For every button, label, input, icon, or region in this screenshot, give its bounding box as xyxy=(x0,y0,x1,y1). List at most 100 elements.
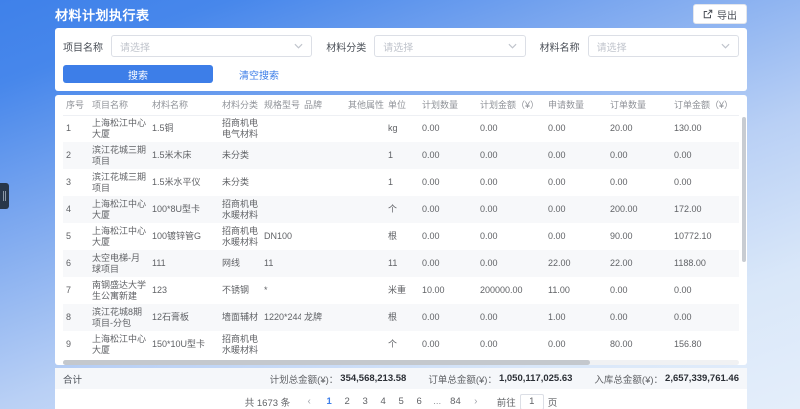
filter-material-category: 材料分类 请选择 xyxy=(326,35,525,57)
table-cell: 1 xyxy=(63,115,89,142)
table-cell: 22.00 xyxy=(607,250,671,277)
table-row[interactable]: 8滨江花城8期项目-分包12石膏板墙面辅材1220*2440*12龙牌根0.00… xyxy=(63,304,739,331)
table-cell: 0.00 xyxy=(607,169,671,196)
sidebar-expand-handle[interactable] xyxy=(0,183,9,209)
data-table-card: 序号项目名称材料名称材料分类规格型号品牌其他属性单位计划数量计划金额（¥）申请数… xyxy=(55,95,747,365)
export-label: 导出 xyxy=(717,7,737,22)
table-row[interactable]: 5上海松江中心大厦100镀锌管G招商机电 水暖材料DN100根0.000.000… xyxy=(63,223,739,250)
column-header: 申请数量 xyxy=(545,95,607,115)
table-cell: 招商机电 电气材料 xyxy=(219,115,261,142)
material-category-select[interactable]: 请选择 xyxy=(374,35,525,57)
table-cell: 上海松江中心大厦 xyxy=(89,196,149,223)
totals-label: 合计 xyxy=(63,372,82,386)
table-cell xyxy=(345,277,385,304)
table-cell: 100*8U型卡 xyxy=(149,196,219,223)
vertical-scrollbar-thumb[interactable] xyxy=(742,117,746,262)
table-cell: 0.00 xyxy=(545,196,607,223)
table-cell xyxy=(345,223,385,250)
table-cell: 0.00 xyxy=(477,169,545,196)
table-cell: 未分类 xyxy=(219,169,261,196)
table-cell: 未分类 xyxy=(219,142,261,169)
page-number-button[interactable]: 2 xyxy=(340,394,354,409)
page-number-button[interactable]: 4 xyxy=(376,394,390,409)
totals-row: 合计 计划总金额(¥)：354,568,213.58订单总金额(¥)：1,050… xyxy=(55,368,747,389)
page-number-button[interactable]: 6 xyxy=(412,394,426,409)
chevron-down-icon xyxy=(508,43,517,49)
table-cell: 200000.00 xyxy=(477,277,545,304)
table-cell: 172.00 xyxy=(671,196,739,223)
table-cell: 招商机电 水暖材料 xyxy=(219,331,261,358)
table-cell: 100镀锌管G xyxy=(149,223,219,250)
table-row[interactable]: 1上海松江中心大厦1.5铜招商机电 电气材料kg0.000.000.0020.0… xyxy=(63,115,739,142)
table-row[interactable]: 9上海松江中心大厦150*10U型卡招商机电 水暖材料个0.000.000.00… xyxy=(63,331,739,358)
clear-search-link[interactable]: 清空搜索 xyxy=(239,67,279,82)
table-cell: 0.00 xyxy=(419,304,477,331)
table-cell: 0.00 xyxy=(607,304,671,331)
table-row[interactable]: 4上海松江中心大厦100*8U型卡招商机电 水暖材料个0.000.000.002… xyxy=(63,196,739,223)
table-cell: 上海松江中心大厦 xyxy=(89,223,149,250)
horizontal-scrollbar-thumb[interactable] xyxy=(63,360,590,365)
table-cell: 0.00 xyxy=(545,115,607,142)
horizontal-scrollbar[interactable] xyxy=(63,360,739,365)
page-number-button[interactable]: 84 xyxy=(448,394,463,409)
table-cell xyxy=(345,142,385,169)
goto-page-input[interactable] xyxy=(520,394,544,409)
table-cell: 150*10U型卡 xyxy=(149,331,219,358)
table-cell: 0.00 xyxy=(671,142,739,169)
table-cell: 根 xyxy=(385,223,419,250)
table-cell: 9 xyxy=(63,331,89,358)
filter-project: 项目名称 请选择 xyxy=(63,35,312,57)
chevron-down-icon xyxy=(294,43,303,49)
prev-page-button[interactable]: ‹ xyxy=(302,396,316,407)
table-cell xyxy=(261,331,301,358)
table-row[interactable]: 2滨江花城三期项目1.5米木床未分类10.000.000.000.000.00 xyxy=(63,142,739,169)
table-cell: 0.00 xyxy=(477,196,545,223)
totals-items: 计划总金额(¥)：354,568,213.58订单总金额(¥)：1,050,11… xyxy=(270,372,739,386)
table-cell: 11 xyxy=(385,250,419,277)
table-row[interactable]: 6太空电梯-月球项目111网线11110.000.0022.0022.00118… xyxy=(63,250,739,277)
table-cell xyxy=(261,115,301,142)
table-cell: 0.00 xyxy=(545,331,607,358)
table-cell xyxy=(345,250,385,277)
table-cell: 0.00 xyxy=(477,304,545,331)
table-cell: 0.00 xyxy=(671,277,739,304)
total-item: 订单总金额(¥)：1,050,117,025.63 xyxy=(428,372,572,386)
table-cell: 1 xyxy=(385,169,419,196)
pagination-bar: 共 1673 条 ‹ 123456...84 › 前往 页 xyxy=(55,389,747,409)
table-cell: * xyxy=(261,277,301,304)
table-cell xyxy=(301,250,345,277)
table-cell: DN100 xyxy=(261,223,301,250)
total-item: 入库总金额(¥)：2,657,339,761.46 xyxy=(594,372,739,386)
page-number-list: 123456...84 xyxy=(322,394,463,409)
table-cell: 墙面辅材 xyxy=(219,304,261,331)
table-cell: 8 xyxy=(63,304,89,331)
table-cell: 123 xyxy=(149,277,219,304)
search-button[interactable]: 搜索 xyxy=(63,65,213,83)
total-item-label: 计划总金额(¥)： xyxy=(270,372,339,386)
page-number-button[interactable]: 3 xyxy=(358,394,372,409)
table-cell: 90.00 xyxy=(607,223,671,250)
material-name-placeholder: 请选择 xyxy=(597,39,627,54)
column-header: 订单数量 xyxy=(607,95,671,115)
material-name-select[interactable]: 请选择 xyxy=(588,35,739,57)
pagination-total: 共 1673 条 xyxy=(245,395,290,409)
column-header: 计划金额（¥） xyxy=(477,95,545,115)
chevron-down-icon xyxy=(721,43,730,49)
total-item-value: 2,657,339,761.46 xyxy=(665,373,739,384)
project-select[interactable]: 请选择 xyxy=(111,35,312,57)
page-number-button[interactable]: 5 xyxy=(394,394,408,409)
table-cell: 上海松江中心大厦 xyxy=(89,331,149,358)
next-page-button[interactable]: › xyxy=(469,396,483,407)
column-header: 材料分类 xyxy=(219,95,261,115)
table-row[interactable]: 3滨江花城三期项目1.5米水平仪未分类10.000.000.000.000.00 xyxy=(63,169,739,196)
filter-project-label: 项目名称 xyxy=(63,39,103,54)
export-button[interactable]: 导出 xyxy=(693,4,747,24)
table-cell: 0.00 xyxy=(477,223,545,250)
table-cell: 0.00 xyxy=(419,331,477,358)
total-item-label: 订单总金额(¥)： xyxy=(428,372,497,386)
table-row[interactable]: 7南钢盛达大学生公寓新建123不锈钢*米重10.00200000.0011.00… xyxy=(63,277,739,304)
table-cell: 20.00 xyxy=(607,115,671,142)
table-cell: 0.00 xyxy=(477,142,545,169)
page-number-button[interactable]: 1 xyxy=(322,394,336,409)
table-cell: 0.00 xyxy=(419,142,477,169)
